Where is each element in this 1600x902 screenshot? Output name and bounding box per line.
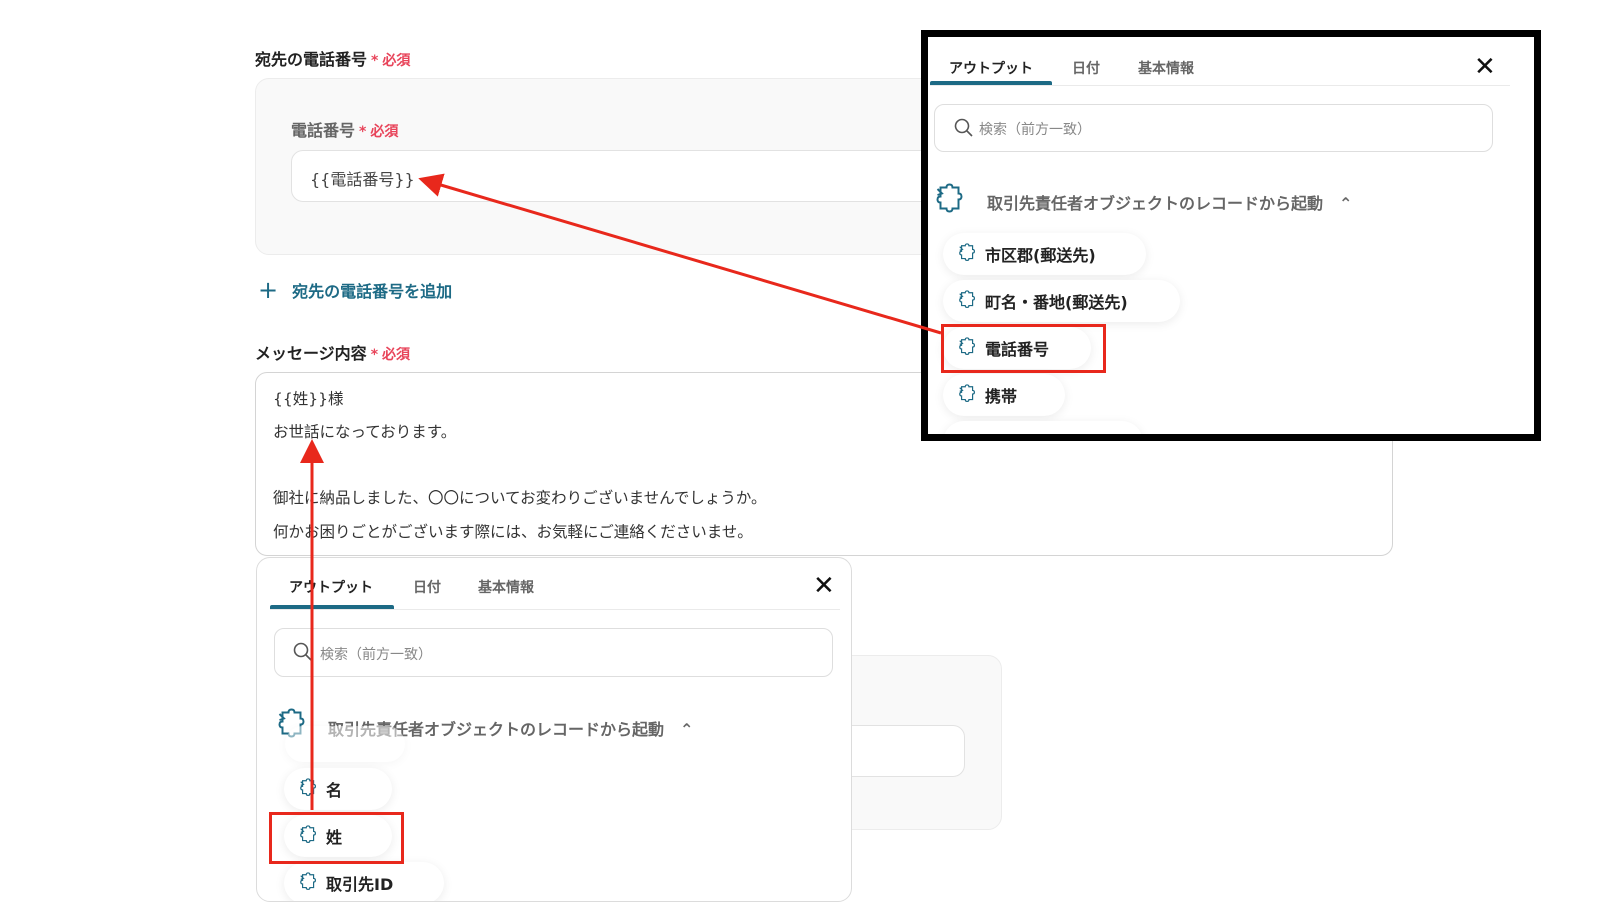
required-badge: 必須 (382, 347, 411, 363)
list-item-partial[interactable] (943, 421, 1143, 434)
message-section-label: メッセージ内容 * 必須 (255, 340, 410, 364)
puzzle-icon (957, 290, 979, 312)
required-badge: 必須 (370, 124, 399, 140)
search-placeholder: 検索（前方一致） (979, 122, 1091, 138)
group-title: 取引先責任者オブジェクトのレコードから起動 ⌃ (987, 190, 1352, 214)
item-label: 市区郡(郵送先) (985, 246, 1096, 265)
tab-date[interactable]: 日付 (1072, 58, 1100, 78)
puzzle-icon (298, 872, 320, 894)
variable-picker-top: アウトプット 日付 基本情報 ✕ 検索（前方一致） 取引先責任者オブジェクトのレ… (921, 30, 1541, 441)
tab-output[interactable]: アウトプット (949, 58, 1033, 78)
list-item[interactable]: 市区郡(郵送先) (943, 233, 1146, 275)
item-label: 取引先ID (326, 875, 394, 894)
phone-section-label: 宛先の電話番号 * 必須 (255, 46, 410, 70)
label-text: 電話番号 (291, 121, 356, 140)
item-label: 携帯 (985, 387, 1018, 406)
message-line: 何かお困りごとがございます際には、お気軽にご連絡くださいませ。 (273, 523, 753, 541)
tab-divider (270, 609, 840, 610)
search-placeholder: 検索（前方一致） (320, 647, 432, 663)
puzzle-icon (957, 384, 979, 406)
chevron-up-icon[interactable]: ⌃ (1339, 194, 1352, 213)
search-icon (954, 118, 973, 137)
add-phone-button[interactable]: + 宛先の電話番号を追加 (258, 276, 452, 304)
label-text: 宛先の電話番号 (255, 50, 368, 69)
search-input[interactable]: 検索（前方一致） (274, 628, 833, 677)
puzzle-icon (957, 243, 979, 265)
search-input[interactable]: 検索（前方一致） (934, 104, 1493, 152)
item-label: 名 (326, 781, 343, 800)
message-line: 御社に納品しました、〇〇についてお変わりございませんでしょうか。 (273, 489, 767, 507)
tab-basic-info[interactable]: 基本情報 (1138, 58, 1194, 78)
item-label: 町名・番地(郵送先) (985, 293, 1128, 312)
puzzle-icon (933, 183, 969, 219)
phone-field-label: 電話番号 * 必須 (291, 117, 398, 141)
highlight-box-phone (941, 324, 1106, 373)
list-item[interactable]: 携帯 (943, 374, 1065, 416)
close-icon[interactable]: ✕ (1474, 54, 1496, 80)
add-phone-label: 宛先の電話番号を追加 (292, 282, 453, 301)
message-line: お世話になっております。 (273, 423, 457, 441)
required-mark: * (359, 124, 367, 140)
required-mark: * (371, 53, 379, 69)
close-icon[interactable]: ✕ (813, 573, 835, 599)
required-mark: * (370, 347, 379, 363)
list-item-hidden (285, 726, 405, 762)
tab-date[interactable]: 日付 (413, 577, 441, 597)
tab-divider (930, 85, 1510, 86)
tab-output[interactable]: アウトプット (289, 577, 373, 597)
search-icon (293, 642, 312, 661)
message-line: {{姓}}様 (273, 390, 344, 408)
chevron-up-icon[interactable]: ⌃ (680, 720, 693, 739)
list-item[interactable]: 町名・番地(郵送先) (943, 280, 1180, 322)
plus-icon: + (258, 276, 279, 304)
list-item[interactable]: 名 (284, 768, 392, 810)
group-title-text: 取引先責任者オブジェクトのレコードから起動 (987, 194, 1324, 213)
list-item[interactable]: 取引先ID (284, 862, 444, 901)
label-text: メッセージ内容 (255, 344, 367, 363)
puzzle-icon (298, 778, 320, 800)
highlight-box-surname (269, 812, 404, 864)
tab-basic-info[interactable]: 基本情報 (478, 577, 534, 597)
required-badge: 必須 (382, 53, 411, 69)
phone-input-value: {{電話番号}} (310, 170, 415, 189)
